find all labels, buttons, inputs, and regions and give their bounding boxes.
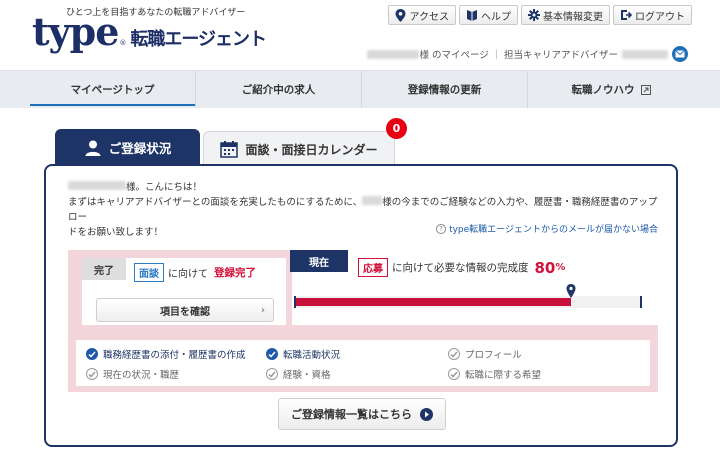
mail-not-received-link[interactable]: ? type転職エージェントからのメールが届かない場合 [436, 222, 658, 235]
tab-registration-status[interactable]: ご登録状況 [55, 129, 200, 166]
redacted-user-name [367, 49, 420, 59]
redacted-user-name [362, 196, 383, 205]
checklist-item[interactable]: 転職に際する希望 [448, 364, 628, 384]
advisor-label: 担当キャリアアドバイザー [503, 50, 618, 61]
checklist-item-label: 職務経歴書の添付・履歴書の作成 [103, 350, 246, 361]
current-stage-line: 応募 に向けて必要な情報の完成度 80% [358, 258, 565, 277]
nav-mypage-top-label: マイページトップ [70, 84, 155, 96]
logo-subtitle: 転職エージェント [130, 29, 267, 50]
nav-recommended-jobs-label: ご紹介中の求人 [241, 84, 316, 96]
nav-career-knowhow-label: 転職ノウハウ [571, 84, 635, 96]
checklist-item[interactable]: 転職活動状況 [266, 344, 448, 364]
redacted-user-name [68, 181, 126, 190]
completion-progress-fill [296, 298, 571, 306]
progress-marker-icon [566, 284, 576, 298]
completion-progress-bar [294, 284, 642, 308]
checklist-item[interactable]: 職務経歴書の添付・履歴書の作成 [86, 344, 266, 364]
checklist-item-label: 現在の状況・職歴 [103, 370, 180, 381]
greeting-line-1: 様。こんにちは！ [68, 180, 658, 195]
check-done-icon [86, 348, 98, 360]
current-label: 現在 [290, 250, 348, 272]
mypage-user-suffix: 様 のマイページ [419, 50, 489, 61]
completed-stage-card: 完了 面談 に向けて 登録完了 項目を確認 › [82, 258, 286, 325]
check-done-icon [266, 348, 278, 360]
mail-not-received-label: type転職エージェントからのメールが届かない場合 [449, 225, 658, 235]
completed-stage-line: 面談 に向けて 登録完了 [134, 263, 256, 282]
nav-recommended-jobs[interactable]: ご紹介中の求人 [196, 71, 362, 108]
tab-interview-calendar-label: 面談・面接日カレンダー [245, 142, 378, 157]
redacted-advisor-name [622, 49, 668, 59]
checklist-item-label: 転職活動状況 [283, 350, 341, 361]
stage-interview-chip: 面談 [134, 263, 164, 282]
nav-update-registration[interactable]: 登録情報の更新 [362, 71, 528, 108]
user-info-line: 様 のマイページ | 担当キャリアアドバイザー [367, 46, 688, 62]
calendar-icon [220, 140, 239, 158]
tab-registration-status-label: ご登録状況 [108, 141, 172, 156]
check-pending-icon [266, 368, 278, 380]
checklist-item-label: 経験・資格 [283, 370, 331, 381]
help-book-icon [465, 9, 478, 22]
current-stage-card: 現在 応募 に向けて必要な情報の完成度 80% [290, 250, 658, 325]
logo[interactable]: type ® 転職エージェント [32, 9, 267, 54]
gear-icon [527, 9, 540, 22]
access-button[interactable]: アクセス [387, 5, 456, 25]
logo-type-text: type [32, 9, 119, 54]
nav-mypage-top[interactable]: マイページトップ [30, 71, 196, 108]
help-label: ヘルプ [481, 11, 511, 23]
profile-checklist: 職務経歴書の添付・履歴書の作成 転職活動状況 プロフィール現在の状況・職歴 経験・資格… [76, 340, 650, 386]
completion-percent: 80 [534, 258, 556, 277]
percent-sign: % [555, 262, 566, 273]
registration-list-label: ご登録情報一覧はこちら [291, 408, 412, 421]
completed-label: 完了 [82, 258, 126, 280]
nav-update-registration-label: 登録情報の更新 [407, 84, 482, 96]
chevron-right-icon: › [260, 304, 265, 316]
mail-icon[interactable] [672, 46, 688, 62]
checklist-item-label: 転職に際する希望 [465, 370, 542, 381]
checklist-item[interactable]: 経験・資格 [266, 364, 448, 384]
user-icon [84, 139, 102, 157]
greeting-hello: 様。こんにちは！ [126, 182, 203, 193]
external-link-icon [640, 84, 651, 95]
logo-registered-mark: ® [119, 39, 127, 47]
question-icon: ? [436, 223, 447, 234]
logout-label: ログアウト [635, 11, 685, 23]
checklist-item[interactable]: 現在の状況・職歴 [86, 364, 266, 384]
status-area: 完了 面談 に向けて 登録完了 項目を確認 › 現在 応募 に向けて必要な情報の… [68, 250, 658, 392]
basic-info-change-label: 基本情報変更 [543, 11, 603, 23]
greeting-line-2: まずはキャリアアドバイザーとの面談を充実したものにするために、 様の今までのご経験… [68, 195, 658, 225]
checklist-item-label: プロフィール [465, 350, 522, 361]
current-middle-text: に向けて必要な情報の完成度 [392, 262, 529, 274]
main-nav: マイページトップ ご紹介中の求人 登録情報の更新 転職ノウハウ [0, 70, 720, 108]
basic-info-change-button[interactable]: 基本情報変更 [521, 5, 610, 25]
check-pending-icon [86, 368, 98, 380]
nav-career-knowhow[interactable]: 転職ノウハウ [528, 71, 694, 108]
check-pending-icon [448, 348, 460, 360]
registration-complete-text: 登録完了 [214, 267, 256, 279]
logout-button[interactable]: ログアウト [613, 5, 692, 25]
top-utility-nav: アクセス ヘルプ 基本情報変更 ログアウト [387, 5, 692, 25]
calendar-count-badge: 0 [386, 118, 407, 139]
greeting-line-2a: まずはキャリアアドバイザーとの面談を充実したものにするために、 [68, 197, 363, 208]
help-button[interactable]: ヘルプ [459, 5, 518, 25]
divider: | [494, 48, 498, 60]
registration-list-button[interactable]: ご登録情報一覧はこちら [278, 398, 446, 430]
logout-icon [619, 9, 632, 22]
access-label: アクセス [409, 11, 450, 23]
check-pending-icon [448, 368, 460, 380]
check-items-button[interactable]: 項目を確認 › [96, 298, 274, 322]
stage-apply-chip: 応募 [358, 258, 388, 277]
map-pin-icon [394, 8, 407, 22]
check-items-label: 項目を確認 [160, 306, 210, 318]
registration-status-panel: 様。こんにちは！ まずはキャリアアドバイザーとの面談を充実したものにするために、… [44, 164, 678, 447]
arrow-right-icon [420, 407, 433, 421]
completed-middle-text: に向けて [168, 269, 208, 280]
tab-interview-calendar[interactable]: 面談・面接日カレンダー [203, 131, 395, 166]
checklist-item[interactable]: プロフィール [448, 344, 628, 364]
